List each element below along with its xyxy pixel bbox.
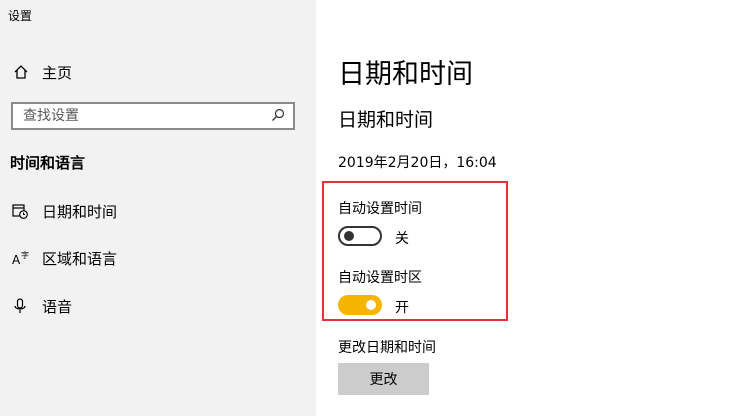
toggle-knob bbox=[366, 300, 376, 310]
auto-timezone-toggle[interactable] bbox=[338, 295, 382, 315]
auto-timezone-state: 开 bbox=[395, 300, 409, 316]
current-datetime: 2019年2月20日，16:04 bbox=[338, 155, 497, 171]
section-heading: 日期和时间 bbox=[338, 109, 434, 131]
change-button[interactable]: 更改 bbox=[338, 363, 429, 395]
home-icon bbox=[12, 63, 30, 81]
search-input[interactable] bbox=[23, 108, 263, 124]
page-title: 日期和时间 bbox=[338, 59, 473, 90]
app-title: 设置 bbox=[8, 9, 33, 23]
sidebar-item-label: 主页 bbox=[42, 63, 73, 82]
auto-time-state: 关 bbox=[395, 231, 409, 247]
search-box[interactable] bbox=[11, 102, 295, 130]
svg-text:字: 字 bbox=[21, 250, 29, 260]
sidebar-item-label: 日期和时间 bbox=[42, 202, 118, 221]
svg-text:A: A bbox=[12, 253, 21, 267]
sidebar-item-date-time[interactable]: 日期和时间 bbox=[10, 198, 300, 224]
calendar-clock-icon bbox=[10, 201, 30, 221]
main-content: 日期和时间 日期和时间 2019年2月20日，16:04 自动设置时间 关 自动… bbox=[316, 0, 750, 416]
sidebar-item-speech[interactable]: 语音 bbox=[10, 293, 300, 319]
sidebar-item-home[interactable]: 主页 bbox=[12, 60, 302, 84]
sidebar: 设置 主页 时间和语言 日期和时间 A字 区域和语言 语音 bbox=[0, 0, 316, 416]
auto-time-label: 自动设置时间 bbox=[338, 201, 422, 217]
search-icon[interactable] bbox=[271, 107, 285, 126]
auto-timezone-label: 自动设置时区 bbox=[338, 270, 422, 286]
language-icon: A字 bbox=[10, 248, 30, 268]
change-datetime-label: 更改日期和时间 bbox=[338, 340, 436, 356]
sidebar-item-label: 区域和语言 bbox=[42, 249, 118, 268]
toggle-knob bbox=[344, 231, 354, 241]
sidebar-item-label: 语音 bbox=[42, 297, 73, 316]
microphone-icon bbox=[10, 296, 30, 316]
auto-time-toggle[interactable] bbox=[338, 226, 382, 246]
section-title: 时间和语言 bbox=[10, 154, 86, 172]
sidebar-item-region-language[interactable]: A字 区域和语言 bbox=[10, 245, 300, 271]
